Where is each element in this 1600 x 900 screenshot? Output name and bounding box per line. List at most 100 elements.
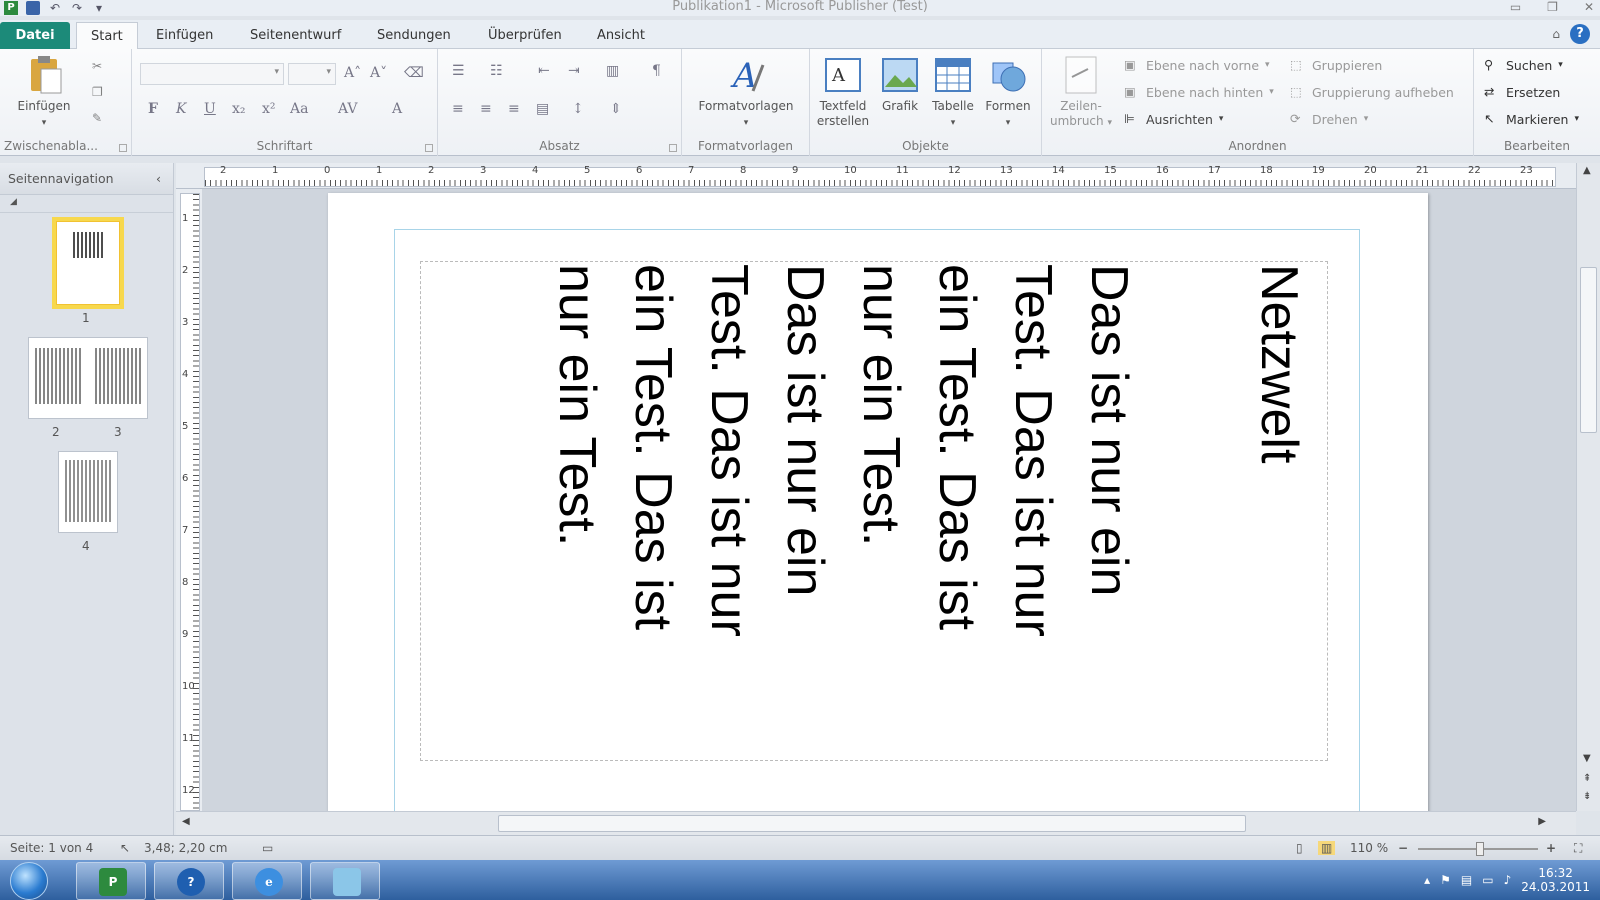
- rotate-button[interactable]: ⟳ Drehen ▾: [1290, 111, 1368, 127]
- tab-einfuegen[interactable]: Einfügen: [156, 22, 213, 49]
- justify-icon[interactable]: ▤: [536, 101, 549, 117]
- vertical-scrollbar[interactable]: ▲ ▼ ⇞ ⇟: [1576, 163, 1600, 811]
- collapse-navigation-icon[interactable]: ‹: [156, 163, 161, 195]
- cut-icon[interactable]: ✂: [92, 59, 108, 75]
- change-case-button[interactable]: Aa: [290, 101, 308, 117]
- format-painter-icon[interactable]: ✎: [92, 111, 108, 127]
- font-family-combo[interactable]: [140, 63, 284, 85]
- increase-indent-icon[interactable]: ⇥: [568, 63, 580, 79]
- shrink-font-button[interactable]: A˅: [370, 65, 387, 81]
- select-button[interactable]: ↖ Markieren ▾: [1484, 111, 1579, 127]
- taskbar-help-button[interactable]: ?: [154, 862, 224, 900]
- decrease-indent-icon[interactable]: ⇤: [538, 63, 550, 79]
- table-button[interactable]: Tabelle ▾: [926, 55, 980, 131]
- italic-button[interactable]: K: [176, 101, 186, 117]
- fit-page-icon[interactable]: ⛶: [1574, 841, 1582, 856]
- show-formatting-button[interactable]: ¶: [652, 63, 661, 79]
- line-spacing-icon[interactable]: ↕: [572, 101, 584, 117]
- page-indicator[interactable]: Seite: 1 von 4: [10, 841, 93, 855]
- taskbar-app-button[interactable]: [310, 862, 380, 900]
- character-spacing-button[interactable]: AV: [338, 101, 358, 117]
- zoom-slider[interactable]: [1418, 842, 1538, 856]
- close-button[interactable]: ✕: [1584, 0, 1594, 14]
- tab-seitenentwurf[interactable]: Seitenentwurf: [250, 22, 341, 49]
- page-thumbnail-1[interactable]: [52, 217, 124, 309]
- styles-button[interactable]: A Formatvorlagen ▾: [692, 55, 800, 131]
- scroll-up-icon[interactable]: ▲: [1583, 165, 1591, 176]
- clear-format-icon[interactable]: ⌫: [404, 65, 424, 81]
- tab-datei[interactable]: Datei: [0, 22, 70, 49]
- horizontal-scroll-thumb[interactable]: [498, 815, 1246, 832]
- tab-ueberpruefen[interactable]: Überprüfen: [488, 22, 562, 49]
- device-icon[interactable]: ▤: [1461, 873, 1472, 887]
- tab-ansicht[interactable]: Ansicht: [597, 22, 645, 49]
- shapes-button[interactable]: Formen ▾: [980, 55, 1036, 131]
- align-left-icon[interactable]: ≡: [452, 101, 464, 117]
- horizontal-ruler[interactable]: 2 1 0 1 2 3 4 5 6 7 8 9 10 11 12 13 14 1…: [176, 163, 1576, 189]
- text-box-frame[interactable]: Netzwelt Das ist nur ein Test. Das ist n…: [420, 261, 1328, 761]
- tab-sendungen[interactable]: Sendungen: [377, 22, 451, 49]
- group-label-styles: Formatvorlagen: [698, 139, 793, 153]
- action-center-icon[interactable]: ⚑: [1440, 873, 1451, 887]
- next-page-icon[interactable]: ⇟: [1583, 791, 1591, 802]
- zoom-slider-knob[interactable]: [1476, 842, 1484, 856]
- superscript-button[interactable]: x²: [262, 101, 276, 117]
- subscript-button[interactable]: x₂: [232, 101, 246, 117]
- bring-forward-button[interactable]: ▣ Ebene nach vorne ▾: [1124, 57, 1270, 73]
- vertical-ruler[interactable]: 1 2 3 4 5 6 7 8 9 10 11 12: [176, 189, 202, 811]
- clock[interactable]: 16:32 24.03.2011: [1521, 866, 1590, 894]
- vertical-scroll-thumb[interactable]: [1580, 267, 1597, 433]
- numbering-icon[interactable]: ☷: [490, 63, 503, 79]
- align-center-icon[interactable]: ≡: [480, 101, 492, 117]
- underline-button[interactable]: U: [204, 101, 216, 117]
- paragraph-spacing-icon[interactable]: ⇕: [610, 101, 622, 117]
- bold-button[interactable]: F: [148, 101, 158, 117]
- font-launcher-icon[interactable]: [425, 144, 433, 152]
- taskbar-publisher-button[interactable]: P: [76, 862, 146, 900]
- start-button[interactable]: [10, 862, 48, 900]
- previous-page-icon[interactable]: ⇞: [1583, 773, 1591, 784]
- font-size-combo[interactable]: [288, 63, 336, 85]
- paragraph-launcher-icon[interactable]: [669, 144, 677, 152]
- document-workspace[interactable]: Netzwelt Das ist nur ein Test. Das ist n…: [202, 189, 1576, 811]
- align-right-icon[interactable]: ≡: [508, 101, 520, 117]
- publication-page[interactable]: Netzwelt Das ist nur ein Test. Das ist n…: [328, 193, 1428, 811]
- scroll-left-icon[interactable]: ◀: [182, 816, 190, 827]
- align-button[interactable]: ⊫ Ausrichten ▾: [1124, 111, 1223, 127]
- minimize-ribbon-icon[interactable]: ⌂: [1552, 27, 1560, 41]
- show-hidden-icons[interactable]: ▴: [1424, 873, 1430, 887]
- text-wrap-button[interactable]: Zeilen-umbruch ▾: [1048, 55, 1114, 131]
- font-color-button[interactable]: A: [392, 101, 402, 117]
- taskbar-ie-button[interactable]: e: [232, 862, 302, 900]
- send-backward-button[interactable]: ▣ Ebene nach hinten ▾: [1124, 84, 1274, 100]
- maximize-button[interactable]: ❐: [1547, 0, 1558, 14]
- tab-start[interactable]: Start: [76, 22, 138, 50]
- zoom-out-button[interactable]: −: [1398, 841, 1408, 855]
- paste-button[interactable]: Einfügen ▾: [14, 55, 74, 131]
- two-page-view-icon[interactable]: ▥: [1318, 841, 1336, 855]
- single-page-view-icon[interactable]: ▯: [1296, 841, 1303, 855]
- horizontal-scrollbar[interactable]: ◀ ▶: [176, 811, 1576, 835]
- bullets-icon[interactable]: ☰: [452, 63, 465, 79]
- zoom-in-button[interactable]: +: [1546, 841, 1556, 855]
- group-button[interactable]: ⬚ Gruppieren: [1290, 57, 1382, 73]
- page-thumbnail-2-3[interactable]: [28, 337, 148, 419]
- picture-button[interactable]: Grafik: [874, 55, 926, 114]
- ungroup-button[interactable]: ⬚ Gruppierung aufheben: [1290, 84, 1454, 100]
- copy-icon[interactable]: ❐: [92, 85, 108, 101]
- replace-button[interactable]: ⇄ Ersetzen: [1484, 84, 1560, 100]
- navigation-section-toggle[interactable]: ◢: [0, 195, 173, 213]
- scroll-right-icon[interactable]: ▶: [1538, 816, 1546, 827]
- find-button[interactable]: ⚲ Suchen ▾: [1484, 57, 1563, 73]
- network-icon[interactable]: ▭: [1482, 873, 1493, 887]
- minimize-button[interactable]: ▭: [1510, 0, 1521, 14]
- grow-font-button[interactable]: A˄: [344, 65, 361, 81]
- columns-icon[interactable]: ▥: [606, 63, 619, 79]
- clipboard-launcher-icon[interactable]: [119, 144, 127, 152]
- page-thumbnail-4[interactable]: [58, 451, 118, 533]
- help-icon[interactable]: ?: [1570, 24, 1590, 44]
- scroll-down-icon[interactable]: ▼: [1583, 753, 1591, 764]
- textbox-button[interactable]: A Textfeld erstellen: [814, 55, 872, 129]
- volume-icon[interactable]: ♪: [1504, 873, 1512, 887]
- zoom-level[interactable]: 110 %: [1350, 841, 1388, 855]
